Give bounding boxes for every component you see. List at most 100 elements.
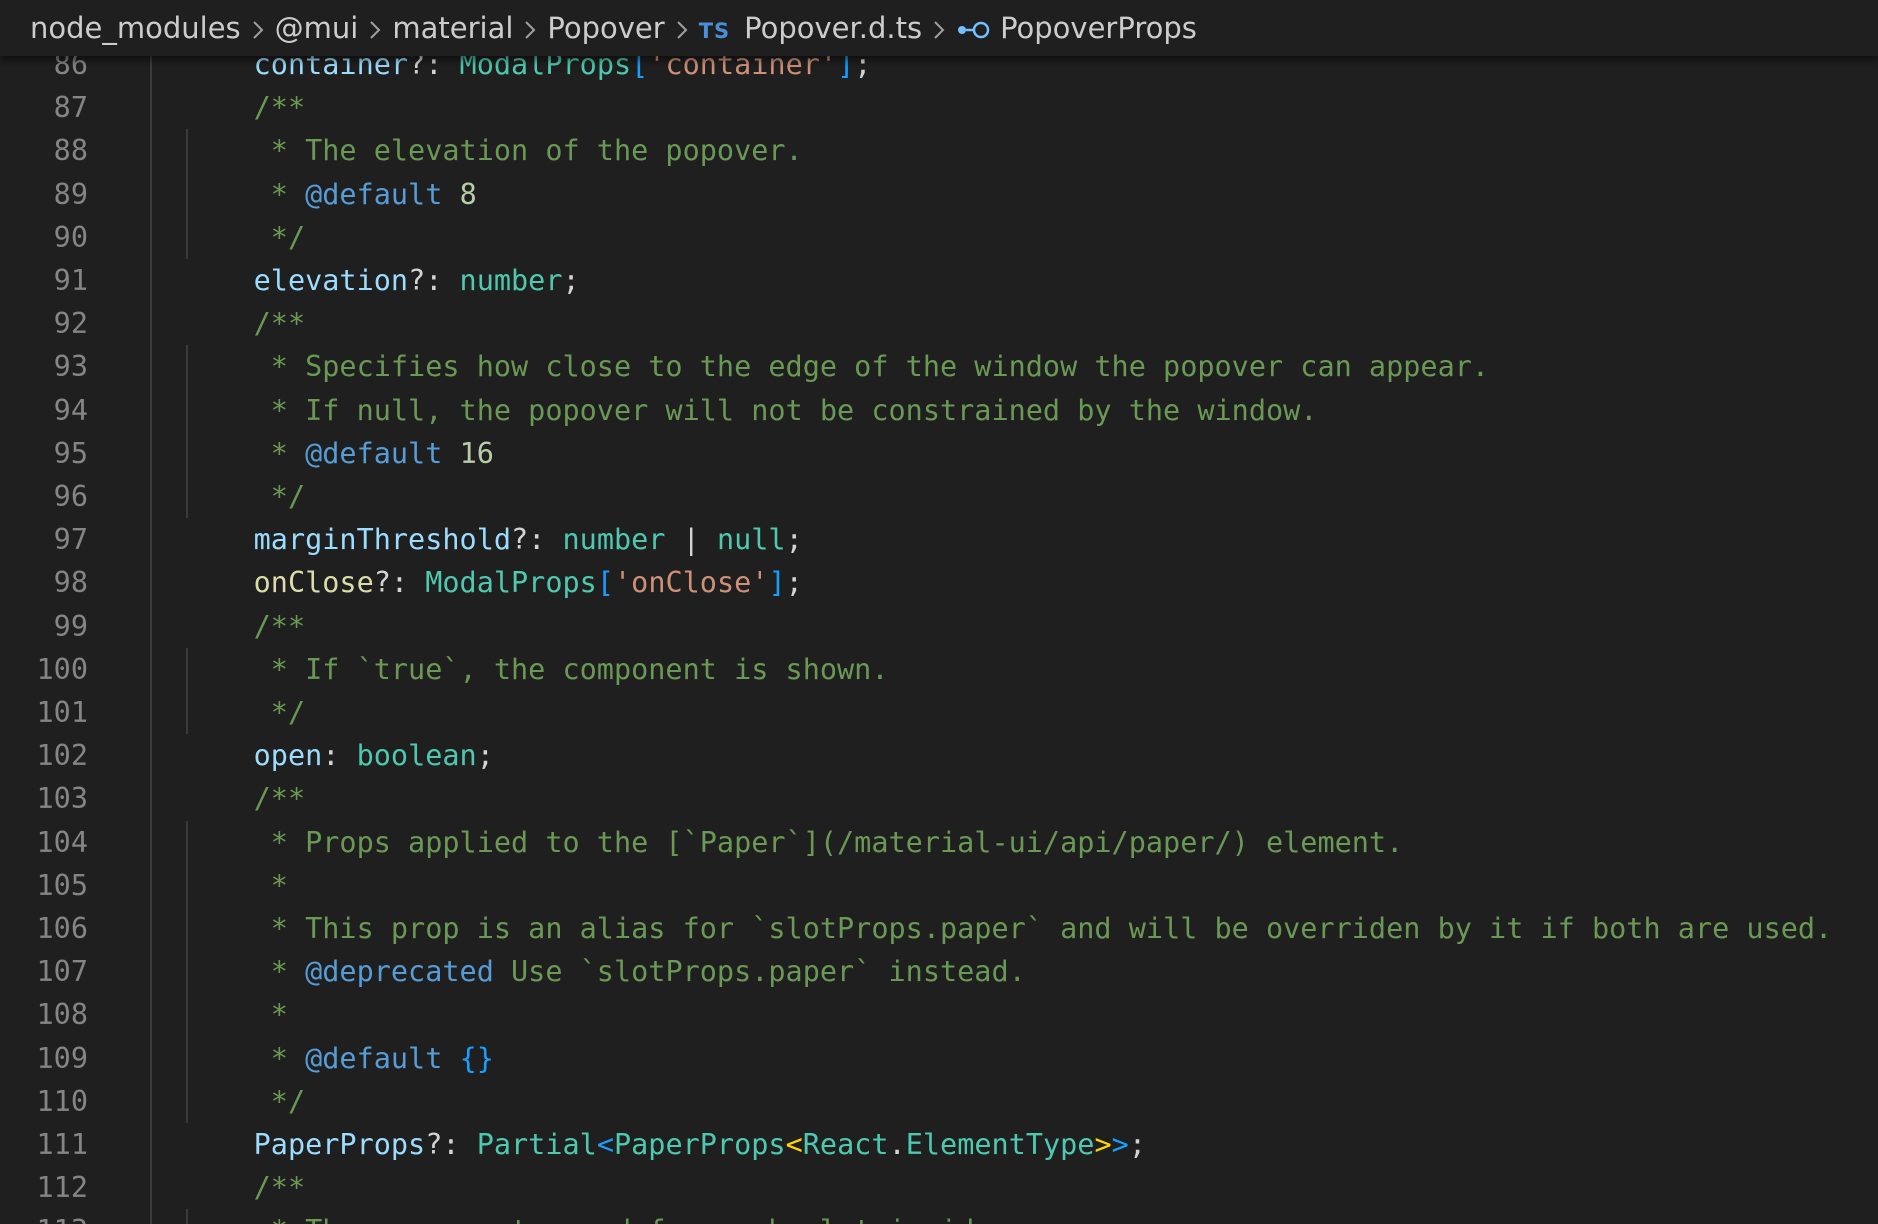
code-text[interactable]: elevation?: number; (185, 259, 580, 302)
code-text[interactable]: * Specifies how close to the edge of the… (185, 345, 1489, 388)
code-text[interactable]: */ (185, 475, 305, 518)
code-line[interactable]: 113 * The components used for each slot … (0, 1209, 1878, 1224)
code-text[interactable]: * (185, 993, 288, 1036)
typescript-file-icon: TS (698, 19, 731, 43)
code-line[interactable]: 99 /** (0, 605, 1878, 648)
code-token: * (185, 955, 306, 989)
code-text[interactable]: /** (185, 302, 305, 345)
code-text[interactable]: * If `true`, the component is shown. (185, 648, 889, 691)
code-token: * Specifies how close to the edge of the… (185, 350, 1490, 384)
code-token: */ (185, 1084, 306, 1118)
code-token: null (716, 523, 786, 557)
line-number: 92 (53, 307, 88, 341)
code-line[interactable]: 104 * Props applied to the [`Paper`](/ma… (0, 821, 1878, 864)
line-number: 95 (53, 436, 88, 470)
code-text[interactable]: */ (185, 1080, 305, 1123)
code-text[interactable]: PaperProps?: Partial<PaperProps<React.El… (185, 1123, 1146, 1166)
code-line[interactable]: 111 PaperProps?: Partial<PaperProps<Reac… (0, 1123, 1878, 1166)
code-token: * (185, 1041, 306, 1075)
code-line[interactable]: 109 * @default {} (0, 1037, 1878, 1080)
code-token: Partial (476, 1128, 597, 1161)
code-token: 16 (459, 436, 494, 470)
code-text[interactable]: /** (185, 86, 305, 129)
breadcrumb: node_modules @mui material Popover TS Pop… (0, 0, 1878, 56)
code-text[interactable]: * If null, the popover will not be const… (185, 389, 1318, 432)
code-text[interactable]: open: boolean; (185, 734, 494, 777)
code-text[interactable]: */ (185, 691, 305, 734)
code-line[interactable]: 107 * @deprecated Use `slotProps.paper` … (0, 950, 1878, 993)
code-line[interactable]: 105 * (0, 864, 1878, 907)
code-text[interactable]: marginThreshold?: number | null; (185, 518, 803, 561)
code-line[interactable]: 95 * @default 16 (0, 432, 1878, 475)
line-number: 89 (53, 177, 88, 211)
code-token: onClose (185, 566, 374, 600)
code-line[interactable]: 106 * This prop is an alias for `slotPro… (0, 907, 1878, 950)
code-token: * (185, 436, 306, 470)
code-text[interactable]: * @default 16 (185, 432, 494, 475)
code-line[interactable]: 101 */ (0, 691, 1878, 734)
code-line[interactable]: 89 * @default 8 (0, 173, 1878, 216)
code-token: /** (185, 609, 306, 643)
code-text[interactable]: * @default 8 (185, 173, 477, 216)
code-line[interactable]: 96 */ (0, 475, 1878, 518)
code-line[interactable]: 112 /** (0, 1166, 1878, 1209)
code-token: * (185, 868, 288, 902)
line-number: 108 (36, 998, 88, 1032)
line-number: 91 (53, 264, 88, 297)
code-line[interactable]: 100 * If `true`, the component is shown. (0, 648, 1878, 691)
code-text[interactable]: * Props applied to the [`Paper`](/materi… (185, 821, 1403, 864)
code-token: Use `slotProps.paper` instead. (493, 955, 1026, 989)
code-text[interactable]: /** (185, 1166, 305, 1209)
code-text[interactable]: /** (185, 777, 305, 820)
code-token: * The components used for each slot insi… (185, 1214, 1009, 1224)
code-line[interactable]: 102 open: boolean; (0, 734, 1878, 777)
code-line[interactable]: 91 elevation?: number; (0, 259, 1878, 302)
code-text[interactable]: onClose?: ModalProps['onClose']; (185, 561, 803, 604)
breadcrumb-file-label: Popover.d.ts (744, 11, 923, 45)
line-number: 98 (53, 566, 88, 600)
code-line[interactable]: 88 * The elevation of the popover. (0, 129, 1878, 172)
breadcrumb-item-popover[interactable]: Popover (547, 11, 664, 45)
breadcrumb-item-mui[interactable]: @mui (275, 11, 359, 45)
code-token: : (322, 739, 357, 773)
code-text[interactable]: * @deprecated Use `slotProps.paper` inst… (185, 950, 1026, 993)
line-number: 99 (53, 609, 88, 643)
breadcrumb-item-symbol[interactable]: PopoverProps (956, 11, 1197, 45)
breadcrumb-item-material[interactable]: material (392, 11, 513, 45)
code-line[interactable]: 90 */ (0, 216, 1878, 259)
breadcrumb-item-node-modules[interactable]: node_modules (30, 11, 241, 45)
code-token: < (785, 1128, 803, 1161)
code-line[interactable]: 108 * (0, 993, 1878, 1036)
code-text[interactable]: * (185, 864, 288, 907)
code-line[interactable]: 97 marginThreshold?: number | null; (0, 518, 1878, 561)
code-line[interactable]: 103 /** (0, 777, 1878, 820)
code-token: < (596, 1128, 614, 1161)
code-line[interactable]: 93 * Specifies how close to the edge of … (0, 345, 1878, 388)
chevron-right-icon (517, 11, 543, 45)
code-text[interactable]: * This prop is an alias for `slotProps.p… (185, 907, 1832, 950)
code-token: > (1111, 1128, 1129, 1161)
code-token: {} (459, 1041, 494, 1075)
code-token: * If `true`, the component is shown. (185, 652, 889, 686)
line-number: 106 (36, 912, 88, 945)
code-text[interactable]: * The components used for each slot insi… (185, 1209, 1009, 1224)
code-token: PaperProps (185, 1128, 426, 1161)
code-line[interactable]: 87 /** (0, 86, 1878, 129)
code-line[interactable]: 94 * If null, the popover will not be co… (0, 389, 1878, 432)
code-token: * (185, 998, 288, 1032)
code-token: React (802, 1128, 889, 1161)
code-token: * This prop is an alias for `slotProps.p… (185, 912, 1833, 945)
code-token: * Props applied to the [`Paper`](/materi… (185, 825, 1404, 859)
code-line[interactable]: 110 */ (0, 1080, 1878, 1123)
breadcrumb-item-file[interactable]: TS Popover.d.ts (699, 11, 922, 45)
code-text[interactable]: * The elevation of the popover. (185, 129, 803, 172)
code-editor[interactable]: 86 container?: ModalProps['container']; 8… (0, 0, 1878, 1224)
code-line[interactable]: 98 onClose?: ModalProps['onClose']; (0, 561, 1878, 604)
code-line[interactable]: 92 /** (0, 302, 1878, 345)
chevron-right-icon (245, 11, 271, 45)
code-text[interactable]: * @default {} (185, 1037, 494, 1080)
line-number: 88 (53, 134, 88, 168)
code-text[interactable]: /** (185, 605, 305, 648)
code-text[interactable]: */ (185, 216, 305, 259)
